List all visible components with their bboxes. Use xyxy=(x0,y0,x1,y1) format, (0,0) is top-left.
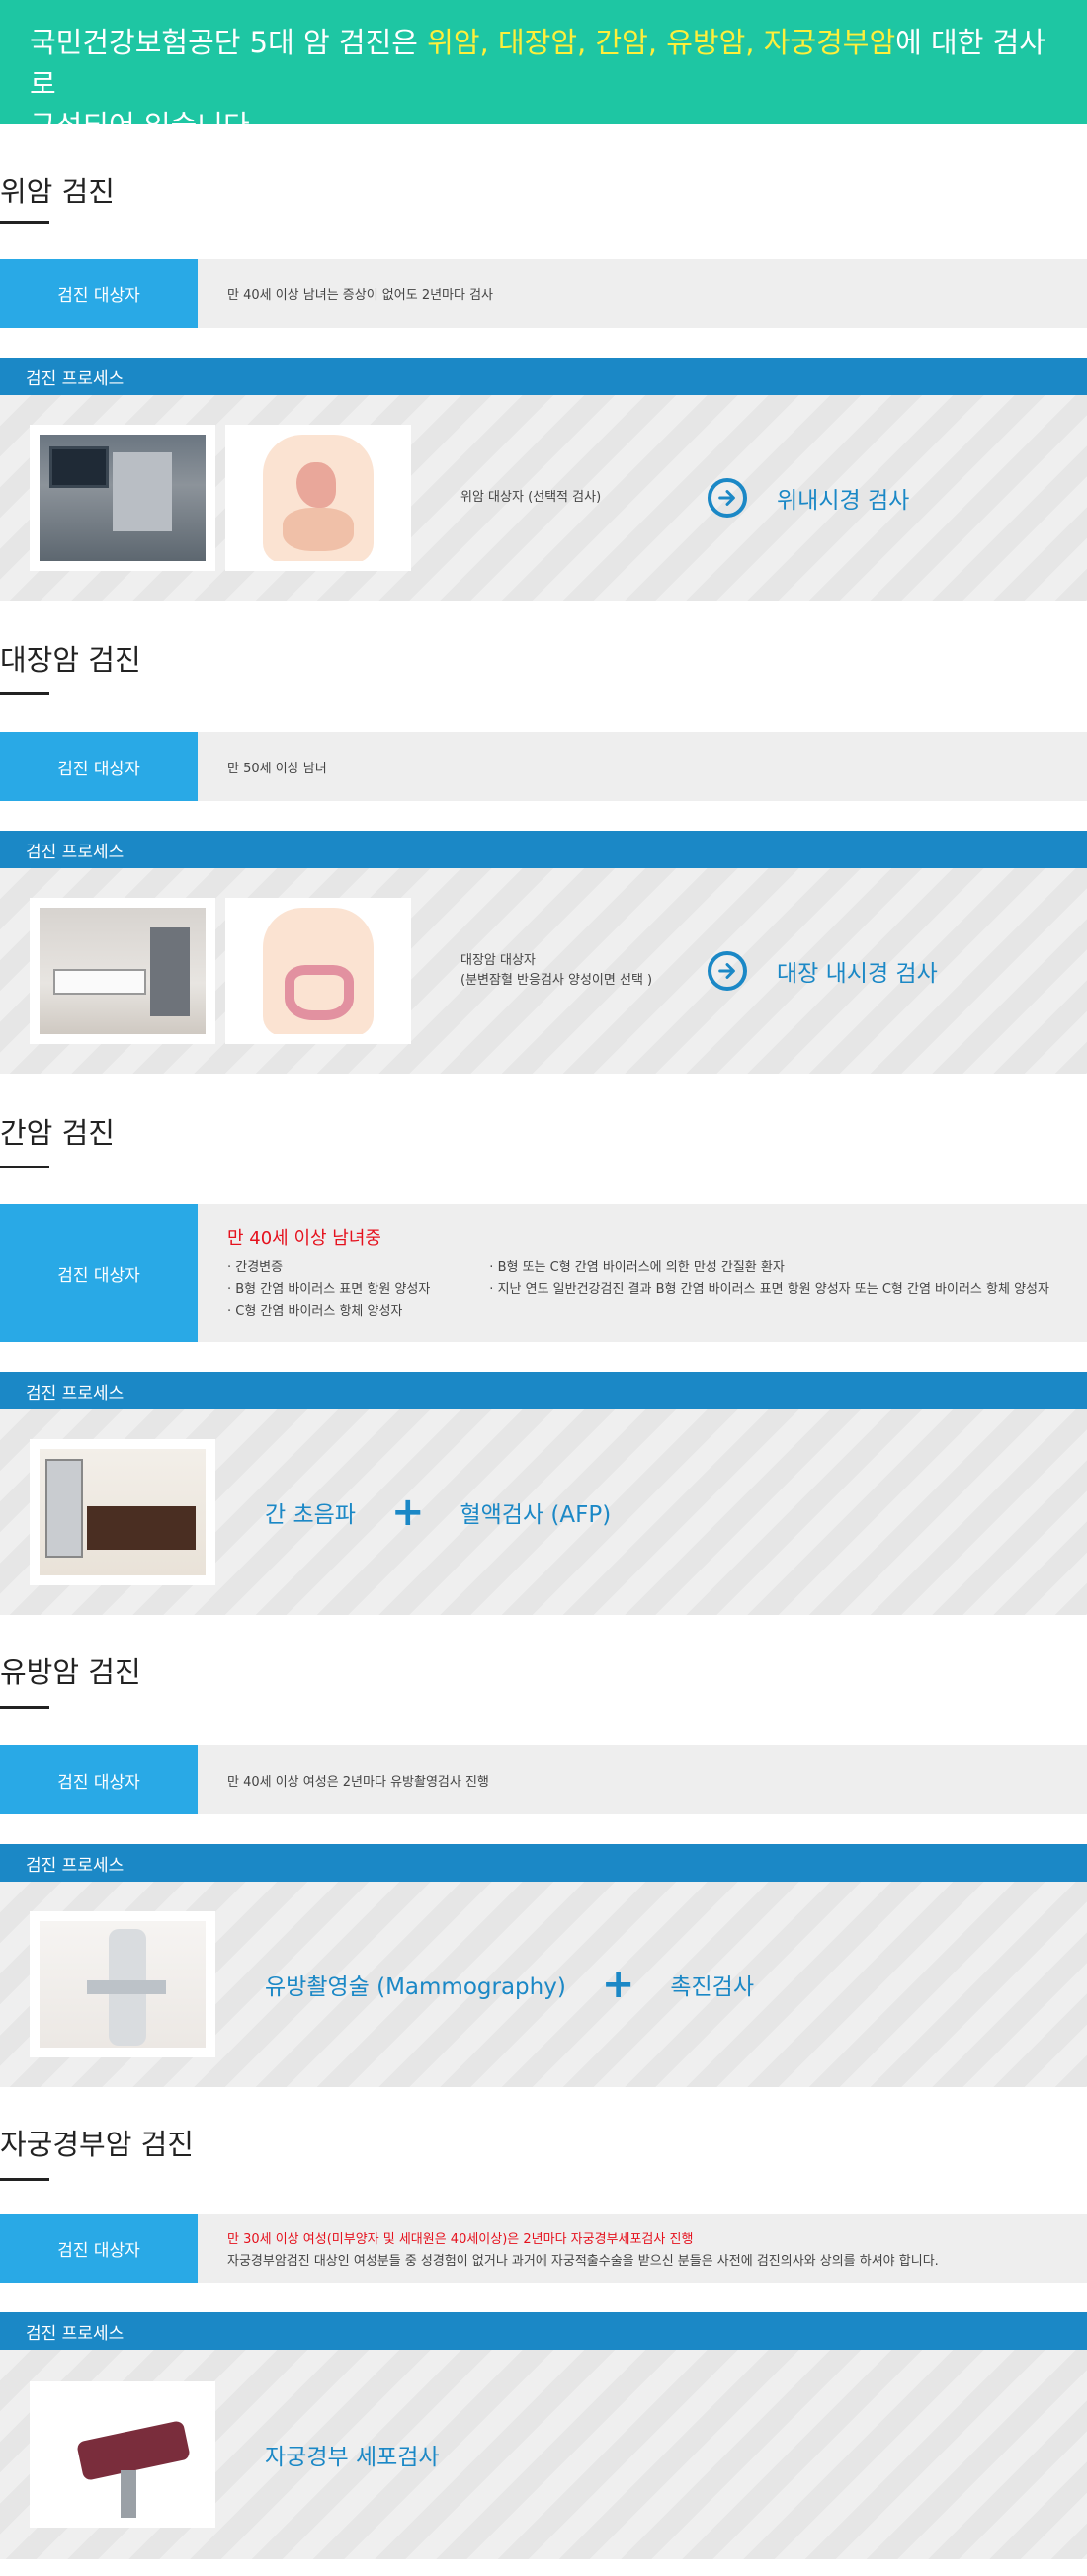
stomach-title: 위암 검진 xyxy=(0,175,115,208)
target-value: 만 40세 이상 여성은 2년마다 유방촬영검사 진행 xyxy=(198,1745,1087,1814)
section-stomach: 위암 검진 검진 대상자 만 40세 이상 남녀는 증상이 없어도 2년마다 검… xyxy=(0,124,1087,601)
process-body: 유방촬영술 (Mammography) + 촉진검사 xyxy=(0,1882,1087,2087)
list-item: 지난 연도 일반건강검진 결과 B형 간염 바이러스 표면 항원 양성자 또는 … xyxy=(489,1279,1049,1301)
process-body: 위암 대상자 (선택적 검사) 위내시경 검사 xyxy=(0,395,1087,601)
process-note: 대장암 대상자 (분변잠혈 반응검사 양성이면 선택 ) xyxy=(460,951,688,991)
arrow-right-icon xyxy=(708,951,747,991)
process-body: 간 초음파 + 혈액검사 (AFP) xyxy=(0,1409,1087,1615)
section-title: 유방암 검진 xyxy=(0,1615,1087,1745)
process-note-line1: 대장암 대상자 xyxy=(460,953,536,968)
process-step-blood-test: 혈액검사 (AFP) xyxy=(460,1502,612,1528)
section-colon: 대장암 검진 검진 대상자 만 50세 이상 남녀 검진 프로세스 대장암 대상… xyxy=(0,601,1087,1074)
process-header: 검진 프로세스 xyxy=(0,358,1087,395)
target-heading: 만 40세 이상 남녀중 xyxy=(227,1228,381,1248)
process-header: 검진 프로세스 xyxy=(0,831,1087,868)
colon-anatomy-image xyxy=(225,898,411,1044)
process-result: 위내시경 검사 xyxy=(777,488,910,514)
process-header: 검진 프로세스 xyxy=(0,1372,1087,1409)
ultrasound-room-photo xyxy=(30,1439,215,1585)
target-red-note: 만 30세 이상 여성(미부양자 및 세대원은 40세이상)은 2년마다 자궁경… xyxy=(227,2232,694,2247)
process-step-ultrasound: 간 초음파 xyxy=(265,1502,356,1528)
target-value: 만 40세 이상 남녀중 간경변증 B형 간염 바이러스 표면 항원 양성자 C… xyxy=(198,1204,1087,1342)
process-note-line2: (분변잠혈 반응검사 양성이면 선택 ) xyxy=(460,973,653,988)
list-item: C형 간염 바이러스 항체 양성자 xyxy=(227,1301,430,1323)
plus-icon: + xyxy=(601,1962,635,2007)
criteria-list-right: B형 또는 C형 간염 바이러스에 의한 만성 간질환 환자 지난 연도 일반건… xyxy=(489,1257,1049,1323)
section-title: 위암 검진 xyxy=(0,124,1087,259)
process-result: 대장 내시경 검사 xyxy=(777,961,938,987)
target-value: 만 30세 이상 여성(미부양자 및 세대원은 40세이상)은 2년마다 자궁경… xyxy=(198,2214,1087,2283)
title-underline xyxy=(0,692,49,695)
section-breast: 유방암 검진 검진 대상자 만 40세 이상 여성은 2년마다 유방촬영검사 진… xyxy=(0,1615,1087,2087)
target-label: 검진 대상자 xyxy=(0,1745,198,1814)
section-cervix: 자궁경부암 검진 검진 대상자 만 30세 이상 여성(미부양자 및 세대원은 … xyxy=(0,2087,1087,2559)
liver-title: 간암 검진 xyxy=(0,1116,115,1150)
target-row: 검진 대상자 만 40세 이상 남녀는 증상이 없어도 2년마다 검사 xyxy=(0,259,1087,328)
section-title: 간암 검진 xyxy=(0,1074,1087,1204)
intro-banner: 국민건강보험공단 5대 암 검진은 위암, 대장암, 간암, 유방암, 자궁경부… xyxy=(0,0,1087,142)
target-value: 만 40세 이상 남녀는 증상이 없어도 2년마다 검사 xyxy=(198,259,1087,328)
target-label: 검진 대상자 xyxy=(0,1204,198,1342)
banner-prefix: 국민건강보험공단 5대 암 검진은 xyxy=(30,26,428,59)
process-step-mammography: 유방촬영술 (Mammography) xyxy=(265,1974,566,2000)
section-title: 자궁경부암 검진 xyxy=(0,2087,1087,2214)
process-body: 자궁경부 세포검사 xyxy=(0,2350,1087,2559)
target-row: 검진 대상자 만 40세 이상 남녀중 간경변증 B형 간염 바이러스 표면 항… xyxy=(0,1204,1087,1342)
mammography-machine-photo xyxy=(30,1911,215,2057)
breast-title: 유방암 검진 xyxy=(0,1655,141,1689)
section-liver: 간암 검진 검진 대상자 만 40세 이상 남녀중 간경변증 B형 간염 바이러… xyxy=(0,1074,1087,1615)
process-header: 검진 프로세스 xyxy=(0,1844,1087,1882)
target-row: 검진 대상자 만 40세 이상 여성은 2년마다 유방촬영검사 진행 xyxy=(0,1745,1087,1814)
target-note: 자궁경부암검진 대상인 여성분들 중 성경험이 없거나 과거에 자궁적출수술을 … xyxy=(227,2254,939,2269)
plus-icon: + xyxy=(390,1489,425,1535)
endoscopy-room-photo xyxy=(30,425,215,571)
cervix-title: 자궁경부암 검진 xyxy=(0,2128,194,2161)
list-item: B형 또는 C형 간염 바이러스에 의한 만성 간질환 환자 xyxy=(489,1257,1049,1279)
target-label: 검진 대상자 xyxy=(0,259,198,328)
target-criteria: 간경변증 B형 간염 바이러스 표면 항원 양성자 C형 간염 바이러스 항체 … xyxy=(227,1257,1087,1323)
process-header: 검진 프로세스 xyxy=(0,2312,1087,2350)
colonoscopy-room-photo xyxy=(30,898,215,1044)
target-label: 검진 대상자 xyxy=(0,2214,198,2283)
gynecology-chair-photo xyxy=(30,2381,215,2528)
title-underline xyxy=(0,221,49,224)
section-title: 대장암 검진 xyxy=(0,601,1087,732)
target-row: 검진 대상자 만 30세 이상 여성(미부양자 및 세대원은 40세이상)은 2… xyxy=(0,2214,1087,2283)
colon-title: 대장암 검진 xyxy=(0,643,141,677)
criteria-list-left: 간경변증 B형 간염 바이러스 표면 항원 양성자 C형 간염 바이러스 항체 … xyxy=(227,1257,430,1323)
title-underline xyxy=(0,1166,49,1168)
process-body: 대장암 대상자 (분변잠혈 반응검사 양성이면 선택 ) 대장 내시경 검사 xyxy=(0,868,1087,1074)
process-step-palpation: 촉진검사 xyxy=(670,1974,754,2000)
banner-highlight: 위암, 대장암, 간암, 유방암, 자궁경부암 xyxy=(427,26,896,59)
list-item: B형 간염 바이러스 표면 항원 양성자 xyxy=(227,1279,430,1301)
process-step-pap-smear: 자궁경부 세포검사 xyxy=(265,2445,440,2470)
target-value: 만 50세 이상 남녀 xyxy=(198,732,1087,801)
target-row: 검진 대상자 만 50세 이상 남녀 xyxy=(0,732,1087,801)
stomach-anatomy-image xyxy=(225,425,411,571)
title-underline xyxy=(0,2178,49,2181)
process-note: 위암 대상자 (선택적 검사) xyxy=(460,490,602,505)
list-item: 간경변증 xyxy=(227,1257,430,1279)
arrow-right-icon xyxy=(708,478,747,518)
target-label: 검진 대상자 xyxy=(0,732,198,801)
title-underline xyxy=(0,1706,49,1709)
